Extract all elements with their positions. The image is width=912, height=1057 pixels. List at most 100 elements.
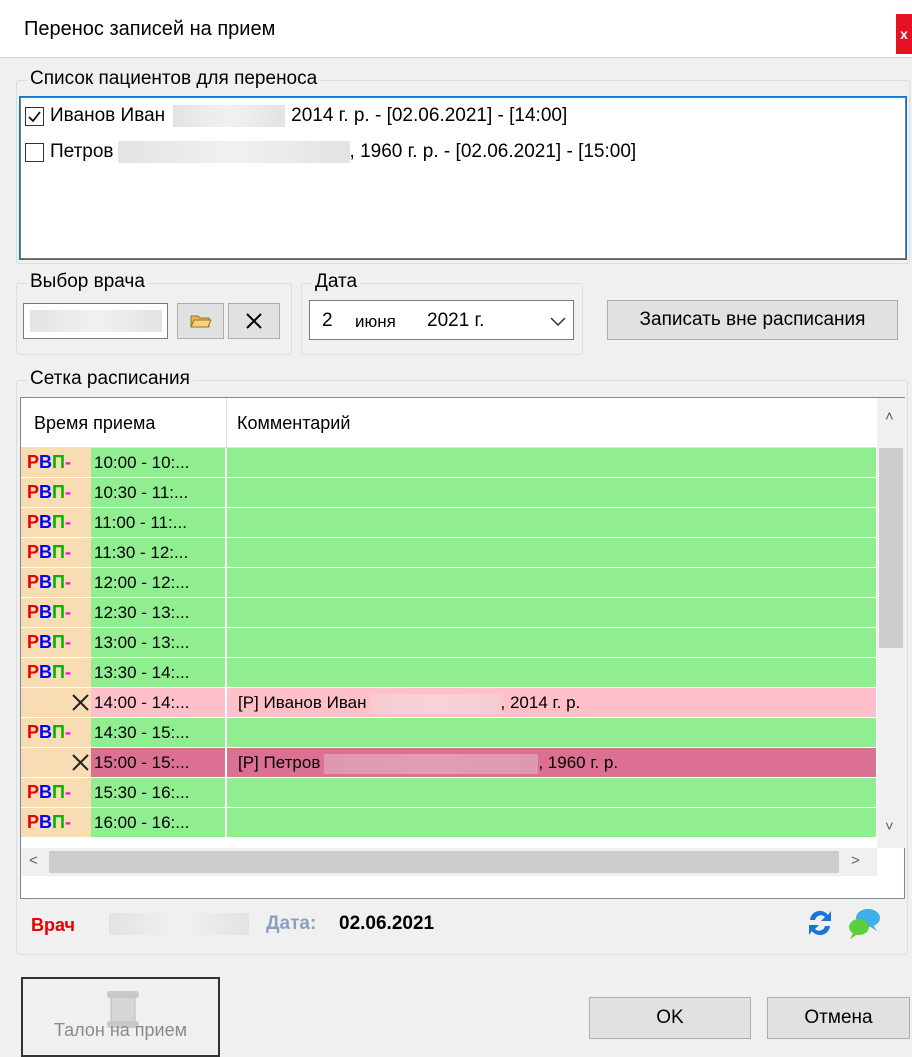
status-letter: В bbox=[39, 662, 53, 682]
schedule-row[interactable]: РВП- 11:00 - 11:... bbox=[21, 508, 876, 538]
row-status: РВП- bbox=[21, 778, 91, 808]
status-letter: В bbox=[39, 782, 53, 802]
schedule-row[interactable]: РВП- 14:30 - 15:... bbox=[21, 718, 876, 748]
schedule-row[interactable]: РВП- 13:30 - 14:... bbox=[21, 658, 876, 688]
schedule-row[interactable]: РВП- 13:00 - 13:... bbox=[21, 628, 876, 658]
cancel-button[interactable]: Отмена bbox=[767, 997, 910, 1039]
close-button[interactable]: x bbox=[896, 14, 912, 54]
row-status: РВП- bbox=[21, 538, 91, 568]
status-letter: П bbox=[52, 812, 65, 832]
row-time: 16:00 - 16:... bbox=[91, 808, 226, 838]
status-letter: П bbox=[52, 782, 65, 802]
schedule-row[interactable]: РВП- 10:00 - 10:... bbox=[21, 448, 876, 478]
scroll-down-icon[interactable]: ˅ bbox=[885, 818, 894, 835]
status-letter: П bbox=[52, 542, 65, 562]
comment-birth-year: , 1960 г. р. bbox=[538, 753, 619, 772]
vertical-scroll-thumb[interactable] bbox=[879, 448, 903, 648]
unscheduled-appointment-button[interactable]: Записать вне расписания bbox=[607, 300, 898, 340]
folder-icon bbox=[189, 315, 212, 328]
date-group-label: Дата bbox=[312, 271, 361, 293]
patient-row[interactable]: Петров , 1960 г. р. - [02.06.2021] - [15… bbox=[25, 140, 636, 164]
patient-row[interactable]: Иванов Иван 2014 г. р. - [02.06.2021] - … bbox=[25, 104, 567, 128]
status-letter: В bbox=[39, 482, 53, 502]
schedule-row[interactable]: 14:00 - 14:... [Р] Иванов Иван , 2014 г. р… bbox=[21, 688, 876, 718]
status-rvp-label: РВП- bbox=[27, 632, 71, 653]
date-picker[interactable]: 2 июня 2021 г. bbox=[309, 300, 574, 340]
row-time: 11:00 - 11:... bbox=[91, 508, 226, 538]
row-status: РВП- bbox=[21, 568, 91, 598]
scroll-up-icon[interactable]: ˄ bbox=[885, 408, 894, 425]
patient-name: Иванов Иван bbox=[50, 105, 166, 126]
row-time: 12:30 - 13:... bbox=[91, 598, 226, 628]
horizontal-scrollbar[interactable]: < > bbox=[21, 848, 877, 876]
status-letter: Р bbox=[27, 482, 40, 502]
scroll-left-icon[interactable]: < bbox=[29, 852, 38, 869]
row-status: РВП- bbox=[21, 658, 91, 688]
comment-patient: [Р] Иванов Иван bbox=[238, 693, 367, 712]
row-time: 13:30 - 14:... bbox=[91, 658, 226, 688]
redacted-text bbox=[173, 105, 286, 127]
status-rvp-label: РВП- bbox=[27, 602, 71, 623]
column-header-comment[interactable]: Комментарий bbox=[237, 413, 350, 434]
cancel-booking-icon[interactable] bbox=[71, 693, 90, 712]
row-time: 11:30 - 12:... bbox=[91, 538, 226, 568]
patient-checkbox[interactable] bbox=[25, 106, 44, 126]
grid-header: Время приема Комментарий bbox=[21, 398, 876, 448]
row-time: 10:00 - 10:... bbox=[91, 448, 226, 478]
status-letter: Р bbox=[27, 512, 40, 532]
refresh-icon[interactable] bbox=[805, 906, 835, 940]
redacted-text bbox=[109, 913, 249, 935]
date-footer-value: 02.06.2021 bbox=[339, 913, 435, 934]
status-letter: П bbox=[52, 632, 65, 652]
row-comment: [Р] Петров , 1960 г. р. bbox=[227, 748, 876, 778]
schedule-row[interactable]: РВП- 16:00 - 16:... bbox=[21, 808, 876, 838]
schedule-row[interactable]: РВП- 11:30 - 12:... bbox=[21, 538, 876, 568]
status-rvp-label: РВП- bbox=[27, 482, 71, 503]
schedule-row[interactable]: РВП- 10:30 - 11:... bbox=[21, 478, 876, 508]
schedule-row[interactable]: РВП- 12:00 - 12:... bbox=[21, 568, 876, 598]
row-status: РВП- bbox=[21, 718, 91, 748]
schedule-row[interactable]: РВП- 12:30 - 13:... bbox=[21, 598, 876, 628]
clear-doctor-button[interactable] bbox=[228, 303, 280, 339]
patient-list[interactable]: Иванов Иван 2014 г. р. - [02.06.2021] - … bbox=[19, 96, 907, 260]
schedule-row[interactable]: 15:00 - 15:... [Р] Петров , 1960 г. р. bbox=[21, 748, 876, 778]
status-letter: П bbox=[52, 662, 65, 682]
patient-info: , 1960 г. р. - [02.06.2021] - [15:00] bbox=[349, 141, 637, 162]
comment-birth-year: , 2014 г. р. bbox=[500, 693, 581, 712]
chevron-down-icon[interactable] bbox=[550, 317, 566, 327]
status-letter: Р bbox=[27, 602, 40, 622]
select-doctor-button[interactable] bbox=[177, 303, 224, 339]
row-comment bbox=[227, 628, 876, 658]
patient-info: 2014 г. р. - [02.06.2021] - [14:00] bbox=[291, 105, 568, 126]
redacted-text bbox=[370, 693, 501, 714]
grid-rows: РВП- 10:00 - 10:... РВП- 10:30 - 11:... РВП-… bbox=[21, 448, 876, 848]
close-icon bbox=[246, 313, 262, 329]
status-letter: В bbox=[39, 602, 53, 622]
status-rvp-label: РВП- bbox=[27, 572, 71, 593]
column-header-time[interactable]: Время приема bbox=[34, 413, 155, 434]
vertical-scrollbar[interactable]: ˄ ˅ bbox=[877, 398, 905, 848]
schedule-grid[interactable]: Время приема Комментарий РВП- 10:00 - 10:… bbox=[20, 397, 905, 899]
doctor-input[interactable] bbox=[23, 303, 168, 339]
row-comment bbox=[227, 508, 876, 538]
scroll-right-icon[interactable]: > bbox=[851, 852, 860, 869]
ticket-button[interactable]: Талон на прием bbox=[21, 977, 220, 1057]
cancel-booking-icon[interactable] bbox=[71, 753, 90, 772]
ticket-button-label: Талон на прием bbox=[53, 1020, 187, 1040]
ok-button[interactable]: OK bbox=[589, 997, 751, 1039]
chat-icon[interactable] bbox=[847, 905, 883, 941]
row-comment bbox=[227, 808, 876, 838]
row-comment bbox=[227, 478, 876, 508]
checkmark-icon bbox=[28, 111, 41, 122]
date-day: 2 bbox=[322, 310, 333, 331]
horizontal-scroll-thumb[interactable] bbox=[49, 851, 839, 873]
status-letter: Р bbox=[27, 452, 40, 472]
title-bar: Перенос записей на прием x bbox=[0, 0, 912, 58]
schedule-row[interactable]: РВП- 15:30 - 16:... bbox=[21, 778, 876, 808]
status-letter: П bbox=[52, 602, 65, 622]
status-letter: Р bbox=[27, 662, 40, 682]
row-comment: [Р] Иванов Иван , 2014 г. р. bbox=[227, 688, 876, 718]
patient-checkbox[interactable] bbox=[25, 142, 44, 162]
row-time: 12:00 - 12:... bbox=[91, 568, 226, 598]
status-letter: Р bbox=[27, 572, 40, 592]
